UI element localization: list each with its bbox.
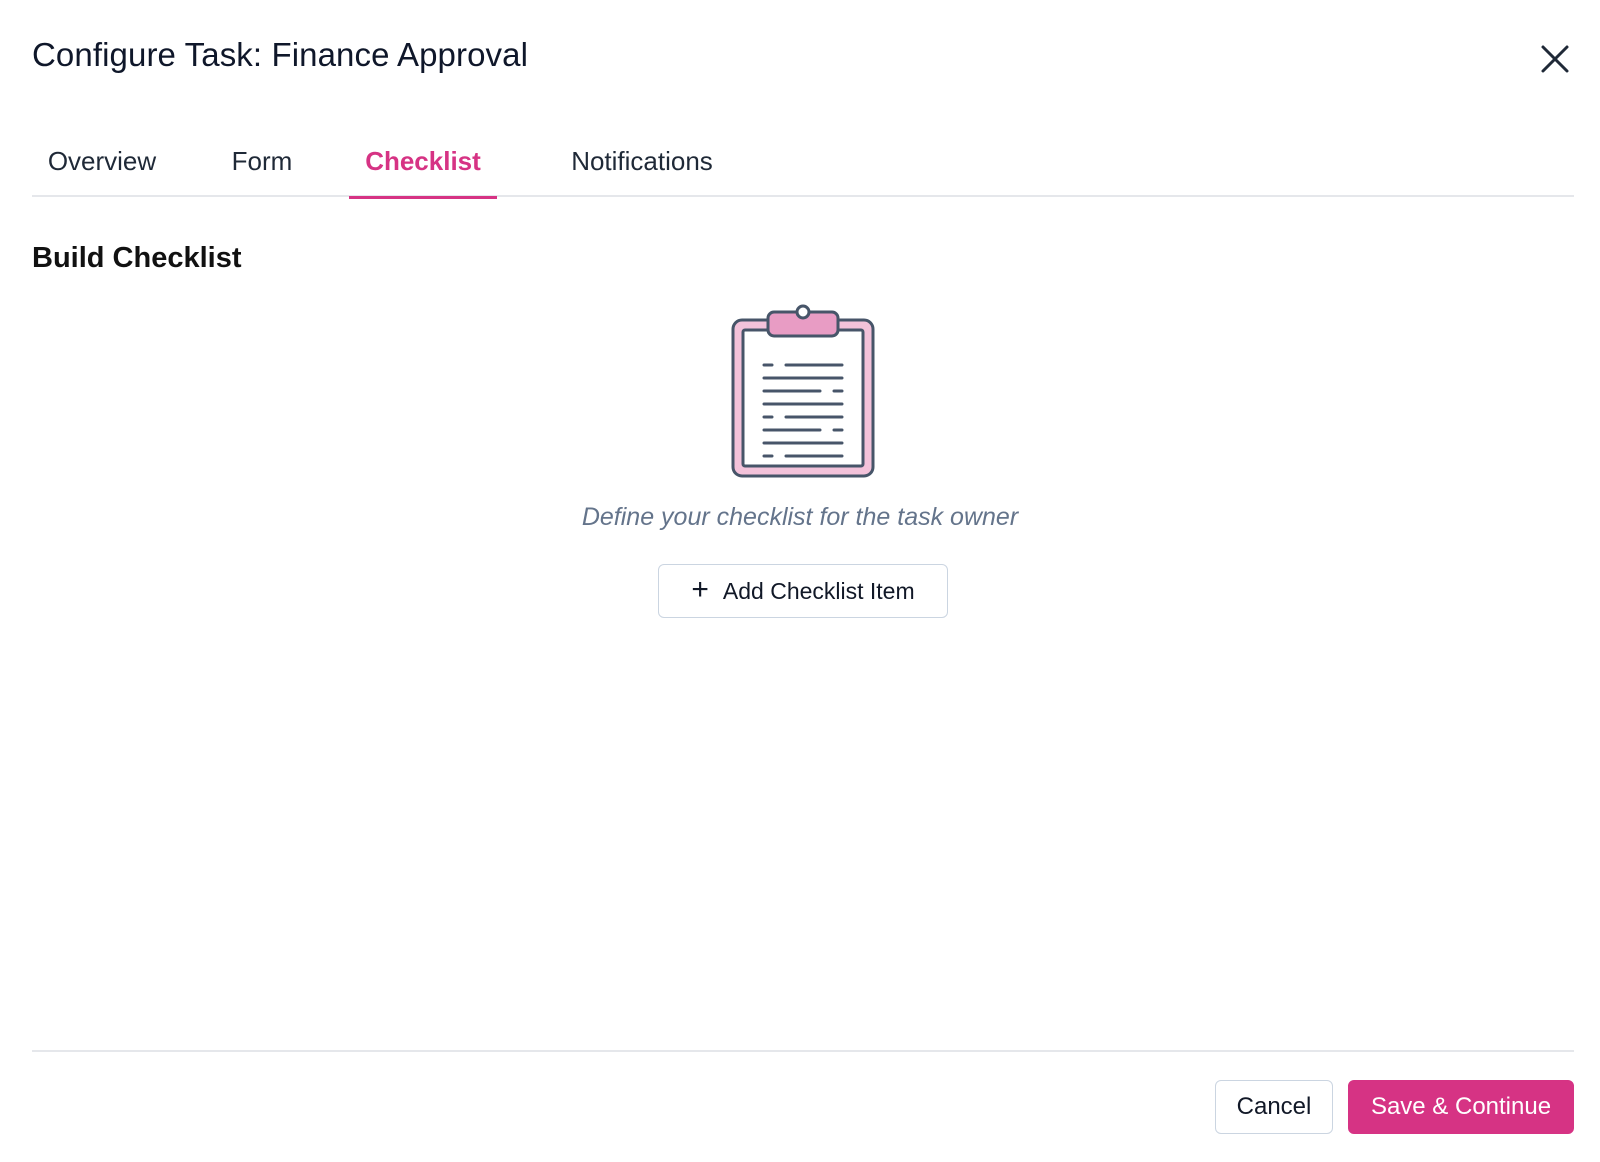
save-continue-button[interactable]: Save & Continue bbox=[1348, 1080, 1574, 1134]
configure-task-dialog: Configure Task: Finance Approval Overvie… bbox=[0, 0, 1600, 1162]
dialog-title: Configure Task: Finance Approval bbox=[32, 36, 529, 73]
tab-form[interactable]: Form bbox=[212, 125, 312, 197]
empty-state-hint: Define your checklist for the task owner bbox=[581, 503, 1019, 531]
add-checklist-item-label: Add Checklist Item bbox=[722, 577, 915, 604]
section-title: Build Checklist bbox=[32, 242, 242, 274]
add-checklist-item-button[interactable]: + Add Checklist Item bbox=[658, 564, 948, 618]
cancel-button[interactable]: Cancel bbox=[1215, 1080, 1333, 1134]
close-icon bbox=[1541, 45, 1569, 73]
tab-checklist[interactable]: Checklist bbox=[349, 125, 497, 199]
footer-divider bbox=[32, 1050, 1574, 1052]
tab-overview[interactable]: Overview bbox=[32, 125, 172, 197]
clipboard-icon bbox=[731, 304, 875, 478]
plus-icon: + bbox=[691, 572, 709, 606]
close-button[interactable] bbox=[1536, 40, 1574, 78]
tab-notifications[interactable]: Notifications bbox=[547, 125, 737, 197]
tab-bar: Overview Form Checklist Notifications bbox=[32, 125, 1574, 199]
